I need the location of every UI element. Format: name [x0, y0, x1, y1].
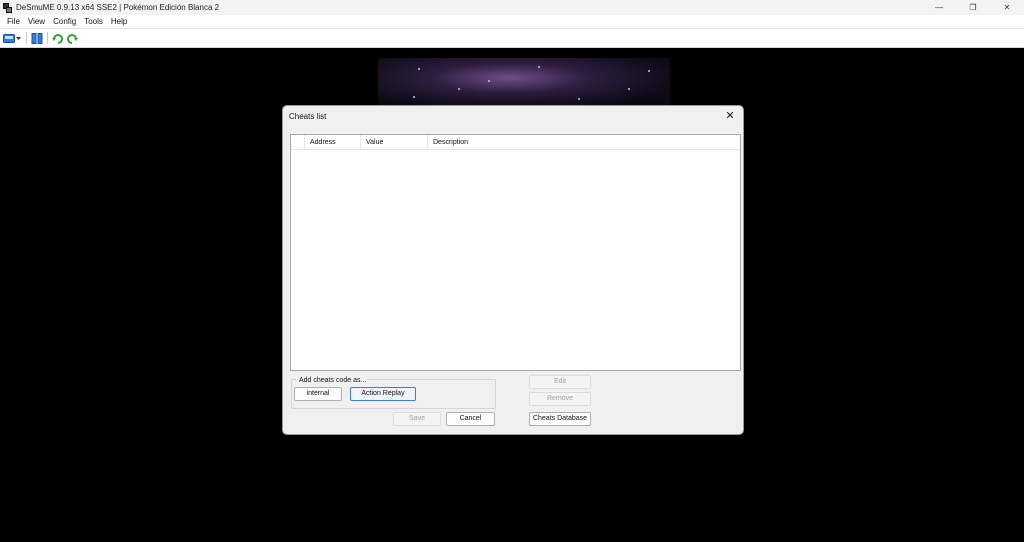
- close-window-button[interactable]: ✕: [990, 0, 1024, 15]
- toolbar-separator: [47, 32, 48, 44]
- minimize-button[interactable]: —: [922, 0, 956, 15]
- save-button[interactable]: Save: [393, 412, 441, 426]
- column-description[interactable]: Description: [427, 135, 740, 150]
- dialog-close-button[interactable]: ✕: [723, 109, 737, 123]
- dropdown-arrow-icon[interactable]: [15, 33, 22, 44]
- action-replay-button[interactable]: Action Replay: [350, 387, 416, 401]
- remove-button[interactable]: Remove: [529, 392, 591, 406]
- edit-button[interactable]: Edit: [529, 375, 591, 389]
- window-title: DeSmuME 0.9.13 x64 SSE2 | Pokémon Edició…: [16, 3, 220, 12]
- internal-button[interactable]: internal: [294, 387, 342, 401]
- menu-bar: File View Config Tools Help: [0, 15, 1024, 28]
- app-icon: [3, 2, 13, 13]
- open-rom-icon: [3, 33, 15, 43]
- cheats-database-button[interactable]: Cheats Database: [529, 412, 591, 426]
- window-controls: — ❐ ✕: [922, 0, 1024, 15]
- restore-button[interactable]: ❐: [956, 0, 990, 15]
- menu-tools[interactable]: Tools: [80, 17, 107, 26]
- toolbar: [0, 28, 1024, 48]
- rotate-button[interactable]: [67, 33, 78, 44]
- add-cheats-group: Add cheats code as... internal Action Re…: [291, 377, 496, 409]
- reset-icon: [52, 33, 63, 44]
- emulator-screen[interactable]: [378, 58, 670, 108]
- column-address[interactable]: Address: [304, 135, 360, 150]
- menu-file[interactable]: File: [3, 17, 24, 26]
- cancel-button[interactable]: Cancel: [446, 412, 495, 426]
- cheats-list-dialog: Cheats list ✕ Address Value Description …: [282, 105, 744, 435]
- dialog-title: Cheats list: [289, 112, 327, 121]
- pause-button[interactable]: [31, 32, 43, 44]
- add-cheats-label: Add cheats code as...: [298, 377, 368, 384]
- title-bar: DeSmuME 0.9.13 x64 SSE2 | Pokémon Edició…: [0, 0, 1024, 15]
- cheats-list[interactable]: Address Value Description: [290, 134, 741, 371]
- open-rom-button[interactable]: [3, 33, 22, 44]
- list-header: Address Value Description: [291, 135, 740, 150]
- rotate-icon: [67, 33, 78, 44]
- reset-button[interactable]: [52, 33, 63, 44]
- menu-config[interactable]: Config: [49, 17, 80, 26]
- menu-view[interactable]: View: [24, 17, 49, 26]
- column-value[interactable]: Value: [360, 135, 427, 150]
- menu-help[interactable]: Help: [107, 17, 131, 26]
- pause-icon: [31, 32, 43, 44]
- toolbar-separator: [26, 32, 27, 44]
